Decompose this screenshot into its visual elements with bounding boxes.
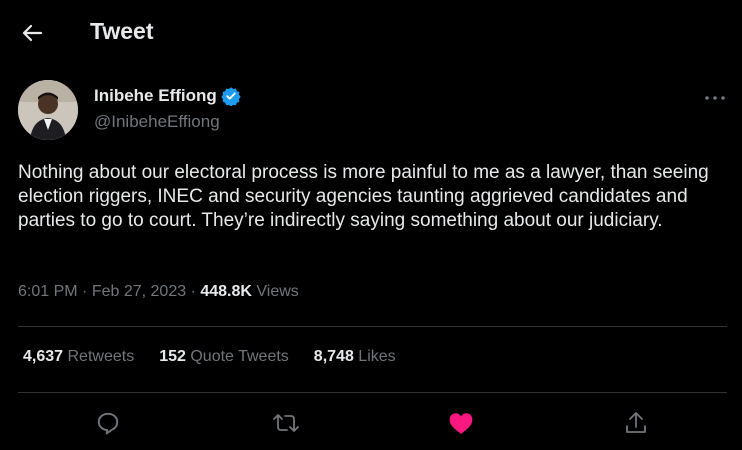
like-button[interactable] <box>445 408 477 438</box>
arrow-left-icon <box>22 24 43 42</box>
author-handle[interactable]: @InibeheEffiong <box>94 112 220 132</box>
retweets-stat[interactable]: 4,637 Retweets <box>23 348 134 366</box>
share-icon <box>626 412 646 433</box>
share-button[interactable] <box>620 408 652 438</box>
retweets-count: 4,637 <box>23 348 64 365</box>
retweet-icon <box>273 414 299 432</box>
quote-tweets-label: Quote Tweets <box>190 348 289 365</box>
avatar[interactable] <box>18 80 78 140</box>
likes-count: 8,748 <box>313 348 354 365</box>
meta-separator: · <box>190 283 201 300</box>
tweet-date[interactable]: Feb 27, 2023 <box>92 283 186 300</box>
author-name-row: Inibehe Effiong <box>94 86 241 106</box>
reply-button[interactable] <box>92 408 124 438</box>
tweet-time[interactable]: 6:01 PM <box>18 283 78 300</box>
more-options-button[interactable] <box>700 88 730 108</box>
more-horizontal-icon <box>705 96 725 100</box>
meta-separator: · <box>82 283 92 300</box>
reply-icon <box>97 412 119 435</box>
likes-label: Likes <box>358 348 396 365</box>
page-title: Tweet <box>90 18 154 44</box>
quote-tweets-stat[interactable]: 152 Quote Tweets <box>159 348 289 366</box>
tweet-text: Nothing about our electoral process is m… <box>18 162 709 231</box>
avatar-image <box>18 80 78 140</box>
views-label: Views <box>256 283 299 300</box>
likes-stat[interactable]: 8,748 Likes <box>314 348 396 366</box>
tweet-stats: 4,637 Retweets 152 Quote Tweets 8,748 Li… <box>23 348 396 366</box>
author-name[interactable]: Inibehe Effiong <box>94 86 217 106</box>
quote-tweets-count: 152 <box>159 348 186 365</box>
divider <box>18 326 727 327</box>
retweet-button[interactable] <box>270 408 302 438</box>
verified-badge-icon <box>221 87 241 106</box>
back-button[interactable] <box>14 17 50 49</box>
divider <box>18 392 727 393</box>
top-bar: Tweet <box>0 0 742 66</box>
like-icon <box>449 413 473 434</box>
retweets-label: Retweets <box>67 348 135 365</box>
views-count: 448.8K <box>200 283 252 300</box>
tweet-meta: 6:01 PM · Feb 27, 2023 · 448.8K Views <box>18 283 299 301</box>
